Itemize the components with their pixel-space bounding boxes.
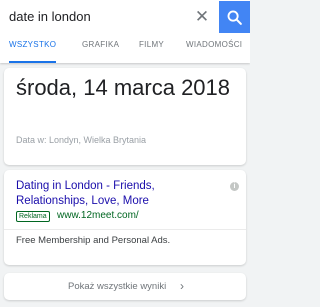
ad-divider xyxy=(4,229,246,230)
tab-all-label: WSZYSTKO xyxy=(9,40,57,49)
tab-videos[interactable]: FILMY xyxy=(139,34,164,63)
tab-news-label: WIADOMOŚCI xyxy=(186,40,243,49)
search-bar: date in london ✕ xyxy=(0,0,250,34)
tab-all[interactable]: WSZYSTKO xyxy=(9,34,57,63)
tab-news[interactable]: WIADOMOŚCI xyxy=(186,34,242,63)
tab-videos-label: FILMY xyxy=(139,40,165,49)
ad-result-card: Dating in London - Friends, Relationship… xyxy=(4,170,246,265)
search-tabs: WSZYSTKO GRAFIKA FILMY WIADOMOŚCI xyxy=(0,34,250,63)
show-all-results-label: Pokaż wszystkie wyniki xyxy=(68,281,167,292)
date-answer: środa, 14 marca 2018 xyxy=(16,75,231,100)
tab-images-label: GRAFIKA xyxy=(82,40,120,49)
search-results-page: date in london ✕ WSZYSTKO GRAFIKA FILMY xyxy=(0,0,250,307)
ad-url[interactable]: www.12meet.com/ xyxy=(57,210,139,222)
date-answer-card: środa, 14 marca 2018 Data w: Londyn, Wie… xyxy=(4,68,246,165)
search-input[interactable]: date in london xyxy=(9,9,91,24)
clear-icon[interactable]: ✕ xyxy=(193,8,211,26)
search-header: date in london ✕ WSZYSTKO GRAFIKA FILMY xyxy=(0,0,250,63)
search-button[interactable] xyxy=(219,1,250,33)
active-tab-indicator xyxy=(9,61,57,63)
ad-description: Free Membership and Personal Ads. xyxy=(16,235,171,246)
ad-title-link[interactable]: Dating in London - Friends, Relationship… xyxy=(16,179,226,209)
date-location: Data w: Londyn, Wielka Brytania xyxy=(16,135,147,145)
chevron-right-icon: › xyxy=(180,279,184,293)
search-icon xyxy=(227,10,242,25)
show-all-results-button[interactable]: Pokaż wszystkie wyniki › xyxy=(4,273,246,300)
tab-images[interactable]: GRAFIKA xyxy=(82,34,119,63)
ad-badge: Reklama xyxy=(16,211,50,222)
info-icon[interactable]: i xyxy=(230,182,239,191)
